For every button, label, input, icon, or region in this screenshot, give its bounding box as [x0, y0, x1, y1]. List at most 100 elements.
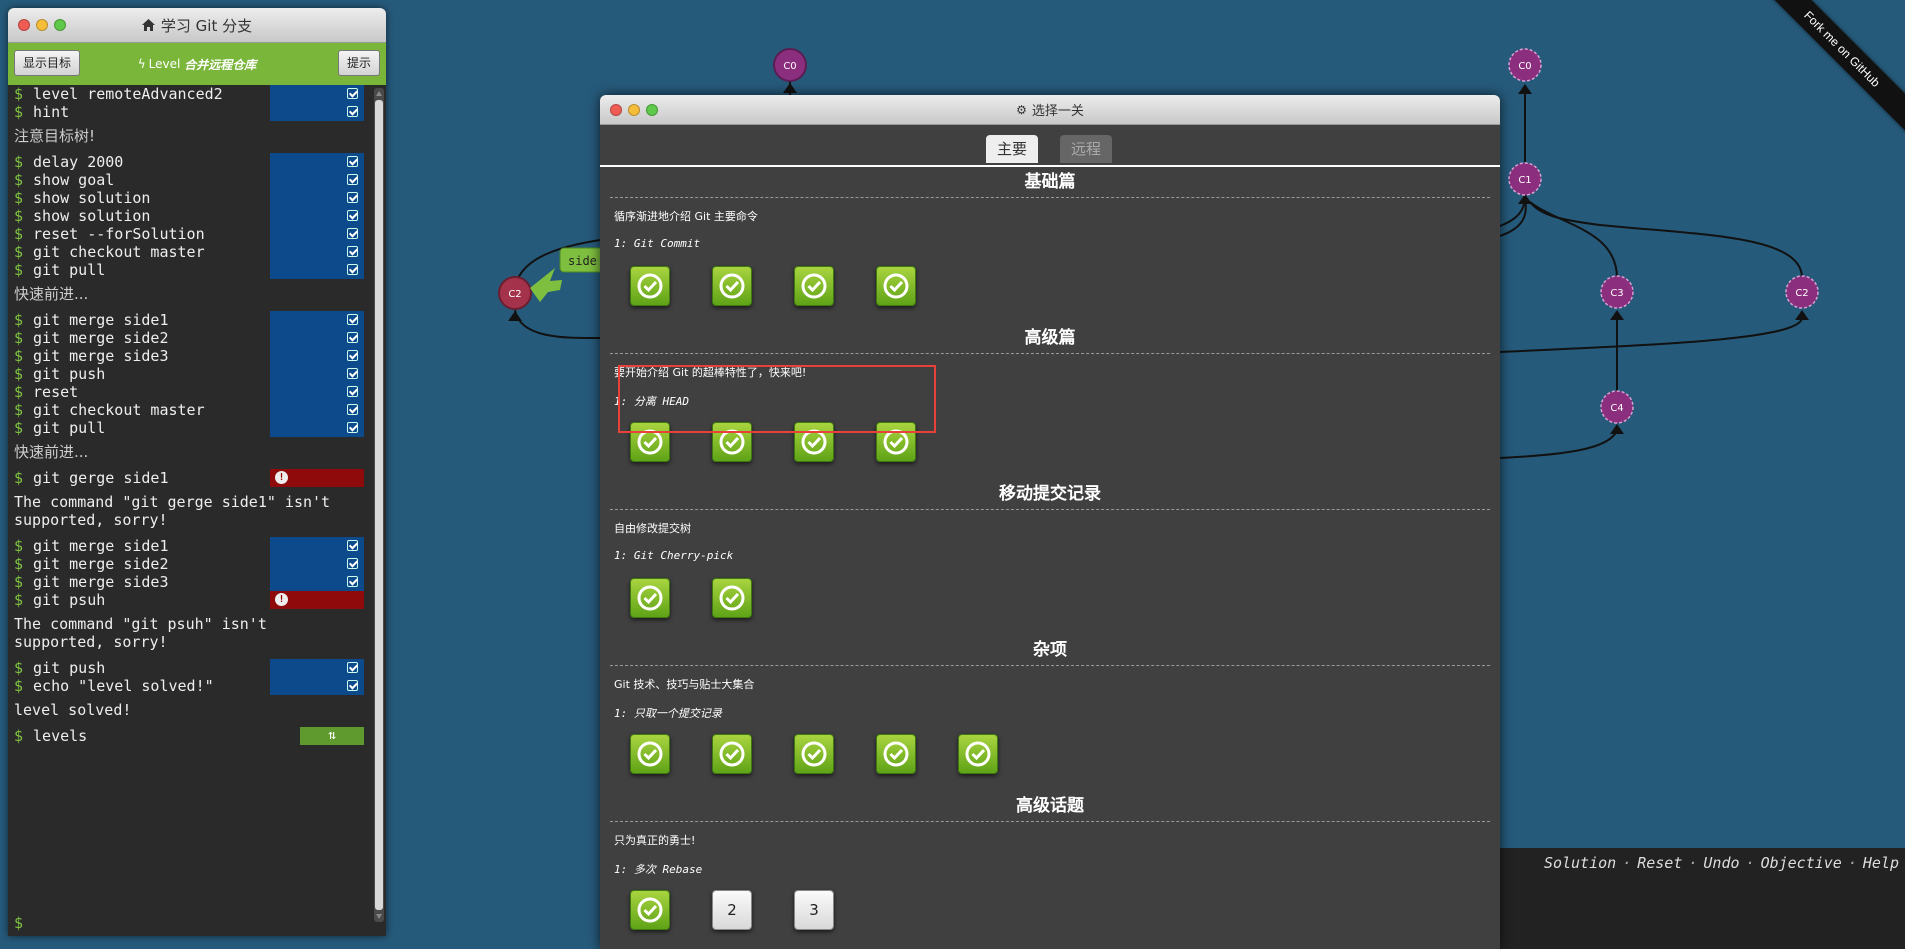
- section-sequence-name: 1: Git Commit: [614, 237, 701, 250]
- graph-arrow: [1610, 424, 1624, 434]
- command-status-bar: [270, 207, 364, 225]
- command-status-bar: [270, 311, 364, 329]
- tab-main[interactable]: 主要: [986, 135, 1039, 163]
- terminal-command-line: $ hint: [8, 103, 370, 121]
- solved-level-button[interactable]: [794, 266, 834, 306]
- command-status-bar: [270, 659, 364, 677]
- section-title: 基础篇: [610, 167, 1490, 198]
- close-dialog-button[interactable]: [610, 104, 622, 116]
- svg-text:side: side: [568, 254, 597, 268]
- solved-level-button[interactable]: [876, 266, 916, 306]
- terminal-scrollbar[interactable]: [374, 88, 384, 922]
- solved-level-button[interactable]: [630, 734, 670, 774]
- level-sections: 基础篇 循序渐进地介绍 Git 主要命令 1: Git Commit 高级篇 要开始介绍…: [600, 167, 1500, 947]
- scrollbar-thumb[interactable]: [375, 100, 383, 910]
- checkbox-icon: [347, 210, 358, 221]
- commit-c2-remote[interactable]: C2: [1785, 275, 1819, 309]
- level-prefix: Level: [148, 57, 181, 71]
- solution-link[interactable]: Solution: [1544, 854, 1616, 872]
- level-button[interactable]: 3: [794, 890, 834, 930]
- solved-level-button[interactable]: [712, 578, 752, 618]
- terminal-command-line: $ git pull: [8, 419, 370, 437]
- terminal-title-bar: 学习 Git 分支: [8, 8, 386, 43]
- terminal-command-line: $ git psuh!: [8, 591, 370, 609]
- command-text: git checkout master: [33, 401, 205, 419]
- command-text: git pull: [33, 419, 106, 437]
- terminal-command-line: $ git checkout master: [8, 401, 370, 419]
- commit-c3-remote[interactable]: C3: [1600, 275, 1634, 309]
- command-status-bar: [270, 85, 364, 103]
- reset-link[interactable]: Reset: [1637, 854, 1682, 872]
- solved-level-button[interactable]: [630, 578, 670, 618]
- terminal-command-line: $ git merge side1: [8, 311, 370, 329]
- commit-c0-local[interactable]: C0: [773, 48, 807, 82]
- checkmark-icon: [801, 273, 827, 299]
- terminal-command-line: $ show solution: [8, 207, 370, 225]
- highlight-box: [618, 365, 936, 433]
- terminal-prompt[interactable]: $: [14, 914, 23, 932]
- level-tabs: 主要 远程: [600, 125, 1500, 167]
- close-window-button[interactable]: [18, 19, 30, 31]
- graph-arrow: [1518, 194, 1532, 204]
- commit-c0-remote[interactable]: C0: [1508, 48, 1542, 82]
- checkmark-icon: [719, 741, 745, 767]
- section-description: Git 技术、技巧与贴士大集合: [614, 678, 755, 691]
- maximize-dialog-button[interactable]: [646, 104, 658, 116]
- terminal-command-line: $ echo "level solved!": [8, 677, 370, 695]
- commit-c1-remote[interactable]: C1: [1508, 162, 1542, 196]
- tab-remote[interactable]: 远程: [1060, 135, 1113, 163]
- minimize-window-button[interactable]: [36, 19, 48, 31]
- terminal-command-line: $ git gerge side1!: [8, 469, 370, 487]
- help-link[interactable]: Help: [1863, 854, 1899, 872]
- minimize-dialog-button[interactable]: [628, 104, 640, 116]
- solved-level-button[interactable]: [712, 734, 752, 774]
- checkmark-icon: [719, 585, 745, 611]
- command-text: git gerge side1: [33, 469, 169, 487]
- command-text: git merge side1: [33, 537, 169, 555]
- scroll-down-icon[interactable]: [376, 914, 382, 919]
- command-text: delay 2000: [33, 153, 124, 171]
- section-description: 只为真正的勇士!: [614, 834, 696, 847]
- solved-level-button[interactable]: [712, 266, 752, 306]
- scroll-up-icon[interactable]: [376, 91, 382, 96]
- graph-edge: [1499, 429, 1618, 459]
- commit-c2-local[interactable]: C2: [498, 276, 532, 310]
- checkbox-icon: [347, 576, 358, 587]
- section-title: 移动提交记录: [610, 479, 1490, 510]
- command-text: git pull: [33, 261, 106, 279]
- maximize-window-button[interactable]: [54, 19, 66, 31]
- solved-level-button[interactable]: [630, 266, 670, 306]
- prompt-symbol: $: [14, 225, 24, 243]
- objective-link[interactable]: Objective: [1761, 854, 1842, 872]
- solved-level-button[interactable]: [630, 890, 670, 930]
- graph-arrow: [1795, 310, 1809, 320]
- graph-arrow: [508, 311, 522, 321]
- prompt-symbol: $: [14, 171, 24, 189]
- checkbox-icon: [347, 540, 358, 551]
- level-section: 移动提交记录 自由修改提交树 1: Git Cherry-pick: [600, 479, 1500, 635]
- command-status-bar: [270, 329, 364, 347]
- level-button[interactable]: 2: [712, 890, 752, 930]
- terminal-command-line: $ reset --forSolution: [8, 225, 370, 243]
- level-select-dialog: ⚙ 选择一关 主要 远程 基础篇 循序渐进地介绍 Git 主要命令 1: Git C…: [600, 95, 1500, 949]
- show-goal-button[interactable]: 显示目标: [14, 50, 81, 76]
- checkmark-icon: [637, 897, 663, 923]
- bolt-icon: ϟ: [137, 57, 146, 71]
- undo-link[interactable]: Undo: [1703, 854, 1739, 872]
- section-sequence-name: 1: 只取一个提交记录: [614, 707, 722, 720]
- commit-c4-remote[interactable]: C4: [1600, 390, 1634, 424]
- level-section: 杂项 Git 技术、技巧与贴士大集合 1: 只取一个提交记录: [600, 635, 1500, 791]
- command-text: level remoteAdvanced2: [33, 85, 223, 103]
- solved-level-button[interactable]: [958, 734, 998, 774]
- solved-level-button[interactable]: [794, 734, 834, 774]
- hint-button[interactable]: 提示: [337, 50, 380, 76]
- solved-level-button[interactable]: [876, 734, 916, 774]
- terminal-command-line: $ git merge side2: [8, 555, 370, 573]
- prompt-symbol: $: [14, 573, 24, 591]
- terminal-command-line: $ git push: [8, 365, 370, 383]
- command-text: reset --forSolution: [33, 225, 205, 243]
- checkmark-icon: [637, 585, 663, 611]
- dialog-title: 选择一关: [1031, 104, 1084, 119]
- command-status-bar: [270, 225, 364, 243]
- svg-text:C4: C4: [1610, 403, 1623, 414]
